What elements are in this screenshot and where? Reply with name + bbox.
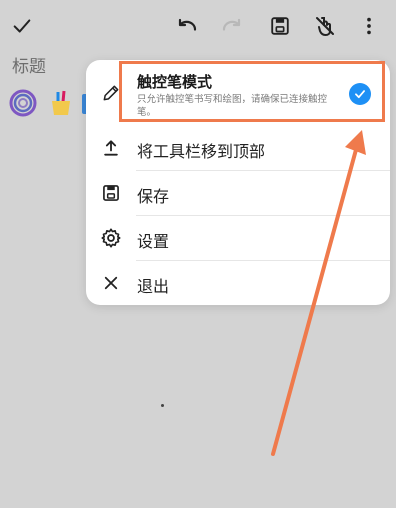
- menu-item-exit[interactable]: 退出: [86, 261, 390, 305]
- pencil-cup-icon: [52, 90, 70, 115]
- upload-icon: [100, 137, 122, 159]
- undo-icon: [178, 18, 197, 31]
- save-icon: [100, 182, 122, 204]
- color-wheel-icon: [9, 89, 37, 117]
- redo-button[interactable]: [218, 12, 246, 40]
- drawing-tools-strip: [0, 84, 96, 124]
- canvas-stroke-dot: [161, 404, 164, 407]
- confirm-button[interactable]: [8, 12, 36, 40]
- annotation-highlight-box: [119, 61, 385, 122]
- close-icon: [100, 272, 122, 294]
- color-picker-tool[interactable]: [8, 88, 38, 118]
- menu-item-settings[interactable]: 设置: [86, 216, 390, 261]
- more-vert-icon: [367, 17, 371, 35]
- pen-cup-tool[interactable]: [46, 88, 76, 118]
- menu-item-save[interactable]: 保存: [86, 171, 390, 216]
- stylus-toggle-button[interactable]: [311, 12, 339, 40]
- top-toolbar: [0, 0, 396, 52]
- note-title[interactable]: 标题: [12, 52, 46, 77]
- menu-item-label: 设置: [137, 232, 170, 251]
- save-toolbar-button[interactable]: [266, 12, 294, 40]
- undo-button[interactable]: [173, 12, 201, 40]
- menu-item-label: 退出: [137, 277, 170, 296]
- gear-icon: [100, 227, 122, 249]
- menu-item-label: 保存: [137, 187, 170, 206]
- touch-pen-icon: [316, 17, 334, 36]
- save-icon: [271, 17, 289, 35]
- menu-item-label: 将工具栏移到顶部: [137, 142, 266, 161]
- more-options-button[interactable]: [355, 12, 383, 40]
- check-icon: [13, 19, 31, 33]
- menu-item-move-toolbar[interactable]: 将工具栏移到顶部: [86, 126, 390, 171]
- redo-icon: [222, 18, 241, 31]
